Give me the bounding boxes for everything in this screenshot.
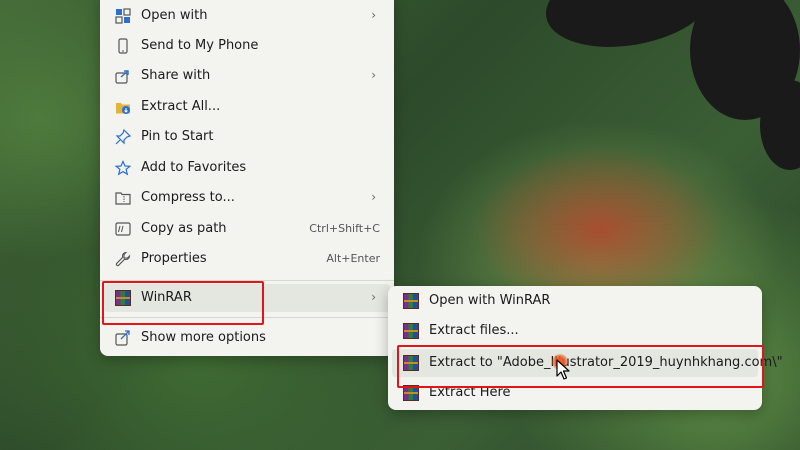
menu-item-label: Pin to Start [141,129,214,144]
pin-icon [115,129,131,145]
menu-item-label: Extract All... [141,99,221,114]
menu-item-label: Extract Here [429,385,511,400]
menu-item-open-with[interactable]: Open with › [104,2,390,30]
folder-zip-icon [115,190,131,206]
menu-item-compress-to[interactable]: Compress to... › [104,184,390,212]
shortcut-text: Ctrl+Shift+C [309,222,380,235]
winrar-icon [403,293,419,309]
copy-path-icon [115,221,131,237]
menu-item-label: WinRAR [141,290,192,305]
submenu-item-extract-files[interactable]: Extract files... [392,317,758,345]
menu-item-add-to-favorites[interactable]: Add to Favorites [104,154,390,182]
menu-item-send-to-phone[interactable]: Send to My Phone [104,32,390,60]
extract-all-icon [115,99,131,115]
chevron-right-icon: › [371,190,376,204]
chevron-right-icon: › [371,290,376,304]
menu-separator [100,280,394,281]
winrar-icon [403,323,419,339]
menu-item-label: Add to Favorites [141,160,247,175]
menu-item-copy-as-path[interactable]: Copy as path Ctrl+Shift+C [104,215,390,243]
winrar-icon [403,355,419,371]
mouse-cursor-icon [556,359,570,380]
submenu-item-open-with-winrar[interactable]: Open with WinRAR [392,287,758,315]
menu-item-label: Properties [141,251,207,266]
winrar-icon [115,290,131,306]
wrench-icon [115,251,131,267]
menu-item-label: Open with [141,8,208,23]
menu-item-label: Share with [141,68,211,83]
star-icon [115,160,131,176]
menu-item-share-with[interactable]: Share with › [104,62,390,90]
chevron-right-icon: › [371,68,376,82]
open-with-icon [115,8,131,24]
phone-icon [115,38,131,54]
menu-item-label: Send to My Phone [141,38,259,53]
menu-item-pin-to-start[interactable]: Pin to Start [104,123,390,151]
menu-item-label: Copy as path [141,221,227,236]
chevron-right-icon: › [371,8,376,22]
menu-separator [100,317,394,318]
context-menu: Open with › Send to My Phone Share with … [100,0,394,356]
menu-item-label: Compress to... [141,190,235,205]
menu-item-label: Show more options [141,330,266,345]
more-options-icon [115,330,131,346]
menu-item-winrar[interactable]: WinRAR › [104,284,390,312]
winrar-submenu: Open with WinRAR Extract files... Extrac… [388,286,783,410]
menu-item-label: Extract to "Adobe_Illustrator_2019_huynh… [429,355,783,370]
submenu-item-extract-to-folder[interactable]: Extract to "Adobe_Illustrator_2019_huynh… [392,349,783,377]
menu-item-label: Extract files... [429,323,519,338]
menu-item-show-more-options[interactable]: Show more options [104,324,390,352]
submenu-item-extract-here[interactable]: Extract Here [392,379,758,407]
winrar-icon [403,385,419,401]
share-icon [115,68,131,84]
menu-item-label: Open with WinRAR [429,293,551,308]
menu-item-extract-all[interactable]: Extract All... [104,93,390,121]
shortcut-text: Alt+Enter [326,252,380,265]
menu-item-properties[interactable]: Properties Alt+Enter [104,245,390,273]
